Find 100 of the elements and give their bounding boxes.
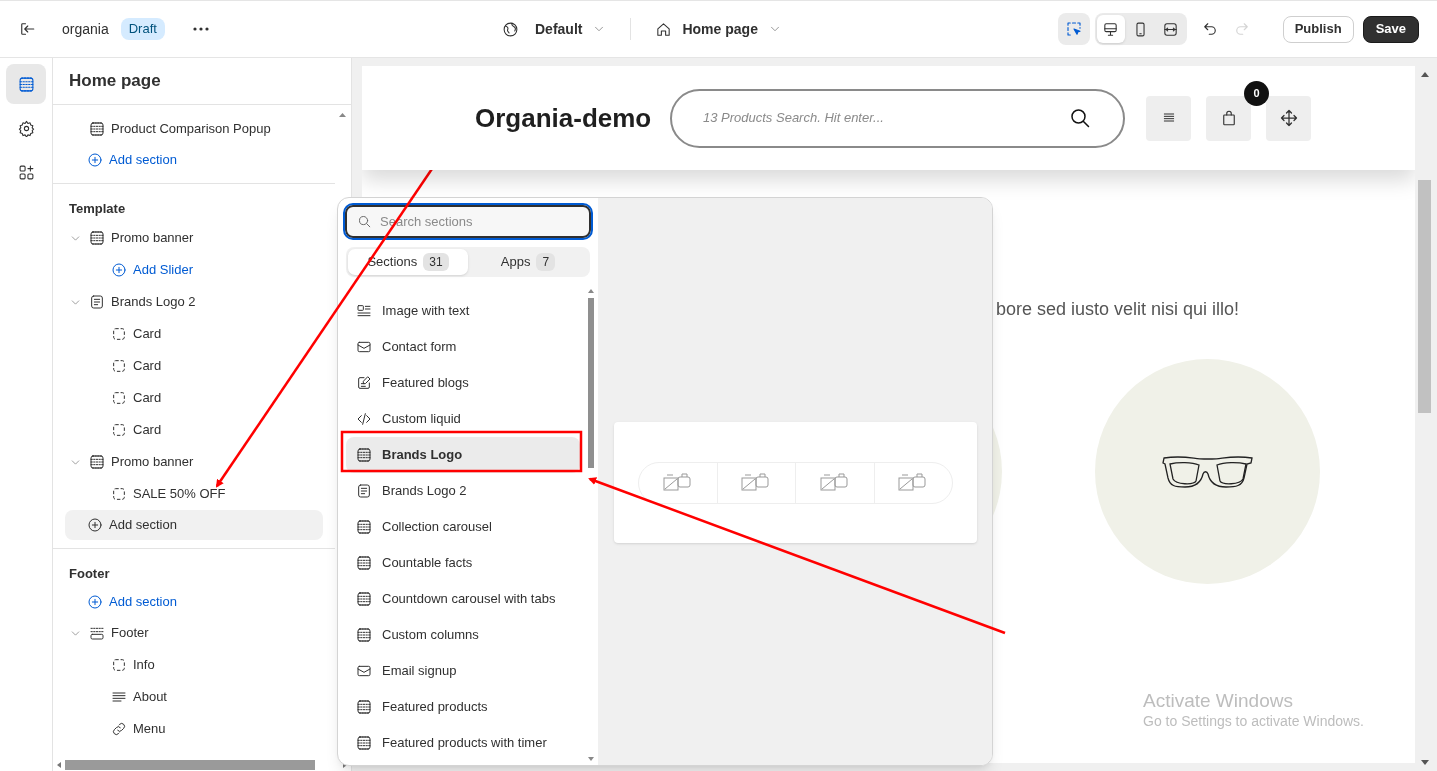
section-option[interactable]: Email signup	[346, 653, 580, 689]
tree-item[interactable]: Card	[111, 356, 162, 376]
store-name: organia	[62, 19, 109, 39]
section-option[interactable]: Custom liquid	[346, 401, 580, 437]
scroll-down-arrow-icon[interactable]	[1420, 760, 1429, 765]
inspector-button[interactable]	[1057, 13, 1090, 45]
home-icon	[655, 20, 673, 38]
tree-item[interactable]: Product Comparison Popup	[89, 119, 271, 139]
panel-title: Home page	[69, 70, 161, 93]
section-option[interactable]: Featured products with timer	[346, 725, 580, 761]
scroll-up-arrow-icon[interactable]	[1420, 72, 1429, 77]
expand-width-icon	[1162, 20, 1180, 38]
add-section-link[interactable]: Add section	[65, 145, 339, 175]
status-badge: Draft	[120, 18, 165, 40]
plus-circle-icon	[87, 152, 103, 168]
store-search-field[interactable]: 13 Products Search. Hit enter...	[670, 88, 1125, 148]
tree-item[interactable]: Card	[111, 324, 162, 344]
scrollbar-thumb[interactable]	[588, 298, 594, 468]
logo-placeholder-icon	[661, 471, 694, 494]
code-icon	[356, 411, 372, 427]
tab[interactable]: Sections 31	[348, 249, 468, 275]
more-icon	[192, 27, 209, 31]
rows-icon	[356, 519, 372, 535]
plus-circle-icon	[87, 594, 103, 610]
scroll-down-arrow-icon[interactable]	[588, 757, 594, 761]
group-heading: Template	[69, 199, 126, 218]
move-arrows-icon	[1278, 108, 1299, 128]
document-icon	[356, 483, 372, 499]
tree-item[interactable]: Info	[111, 655, 155, 675]
tree-item[interactable]: Promo banner	[89, 452, 194, 472]
settings-icon	[17, 119, 35, 137]
tree-item[interactable]: Brands Logo 2	[89, 292, 196, 312]
section-option[interactable]: Countdown carousel with tabs	[346, 581, 580, 617]
section-option[interactable]: Custom columns	[346, 617, 580, 653]
activation-title: Activate Windows	[1143, 689, 1294, 713]
sidebar-tab[interactable]	[6, 64, 46, 104]
rows-icon	[17, 75, 35, 93]
section-option[interactable]: Featured products	[346, 689, 580, 725]
link-icon	[111, 721, 127, 737]
document-icon	[89, 294, 105, 310]
add-block-link[interactable]: Add Slider	[111, 260, 193, 280]
store-logo[interactable]: Organia-demo	[475, 98, 670, 138]
dashed-square-icon	[111, 390, 127, 406]
publish-button[interactable]: Publish	[1282, 15, 1354, 43]
exit-button[interactable]	[18, 20, 36, 38]
rows-icon	[356, 627, 372, 643]
rows-icon	[356, 699, 372, 715]
section-option[interactable]: Contact form	[346, 329, 580, 365]
globe-icon	[502, 20, 519, 38]
selection-cursor-icon	[1064, 20, 1083, 38]
section-option[interactable]: Image with text	[346, 293, 580, 329]
section-option[interactable]: Featured blogs	[346, 365, 580, 401]
text-lines-icon	[111, 689, 127, 705]
desktop-icon	[1102, 20, 1120, 38]
rows-icon	[356, 591, 372, 607]
rows-icon	[356, 447, 372, 463]
dashed-square-icon	[111, 657, 127, 673]
envelope-icon	[356, 339, 372, 355]
tree-item[interactable]: SALE 50% OFF	[111, 484, 226, 504]
view-mode-button[interactable]	[1096, 15, 1125, 43]
add-section-link[interactable]: Add section	[65, 510, 323, 540]
apps-add-icon	[17, 163, 35, 181]
activation-subtitle: Go to Settings to activate Windows.	[1143, 712, 1364, 731]
rows-icon	[356, 735, 372, 751]
move-button[interactable]	[1266, 95, 1311, 141]
horizontal-scrollbar-thumb[interactable]	[65, 760, 315, 770]
tree-item[interactable]: Promo banner	[89, 228, 194, 248]
dashed-square-icon	[111, 326, 127, 342]
save-button[interactable]: Save	[1362, 15, 1419, 43]
add-section-link[interactable]: Add section	[65, 587, 323, 617]
cart-button[interactable]	[1206, 95, 1251, 141]
section-option[interactable]: Brands Logo	[346, 437, 580, 473]
dashed-square-icon	[111, 422, 127, 438]
tree-item[interactable]: Card	[111, 420, 162, 440]
logo-placeholder-icon	[818, 471, 851, 494]
scroll-up-arrow-icon[interactable]	[339, 113, 346, 117]
section-option[interactable]: Brands Logo 2	[346, 473, 580, 509]
count-badge: 7	[536, 253, 556, 271]
rows-icon	[89, 230, 105, 246]
rows-icon	[89, 454, 105, 470]
menu-button[interactable]	[1146, 95, 1191, 141]
tree-item[interactable]: Footer	[89, 623, 149, 643]
page-dropdown[interactable]: Home page	[682, 18, 782, 40]
tree-item[interactable]: Menu	[111, 719, 166, 739]
pencil-note-icon	[356, 375, 372, 391]
search-icon	[357, 214, 372, 229]
body-text: bore sed iusto velit nisi qui illo!	[996, 298, 1240, 321]
cart-count-badge: 0	[1244, 80, 1269, 106]
vertical-scrollbar-thumb[interactable]	[1418, 180, 1431, 413]
image-text-icon	[356, 303, 372, 319]
section-option[interactable]: Countable facts	[346, 545, 580, 581]
theme-dropdown[interactable]: Default	[535, 18, 607, 40]
plus-circle-icon	[87, 517, 103, 533]
tree-item[interactable]: About	[111, 687, 167, 707]
count-badge: 31	[423, 253, 449, 271]
section-option[interactable]: Collection carousel	[346, 509, 580, 545]
scroll-up-arrow-icon[interactable]	[588, 289, 594, 293]
scroll-left-arrow-icon[interactable]	[57, 762, 61, 768]
tree-item[interactable]: Card	[111, 388, 162, 408]
tab[interactable]: Apps 7	[468, 249, 588, 275]
